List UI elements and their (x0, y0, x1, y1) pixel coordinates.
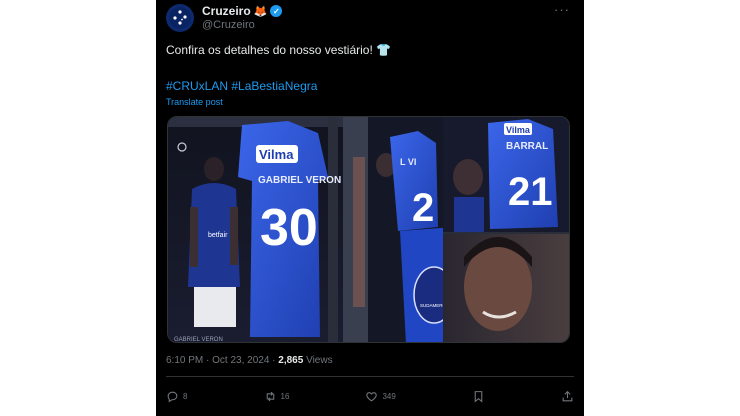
tweet-card: Cruzeiro 🦊 ✓ @Cruzeiro ··· Confira os de… (156, 0, 584, 416)
repost-count: 16 (280, 391, 290, 401)
share-icon (562, 390, 573, 401)
bookmark-icon (474, 390, 483, 403)
views-count: 2,865 (278, 355, 304, 366)
post-body: Confira os detalhes do nosso vestiário! (166, 43, 373, 57)
avatar[interactable] (166, 4, 194, 32)
verified-badge-icon: ✓ (270, 5, 283, 17)
heart-icon (366, 391, 378, 401)
translate-post-link[interactable]: Translate post (166, 97, 223, 107)
mid-jersey-number-label: 2 (412, 186, 434, 230)
action-bar: 8 16 349 (166, 386, 574, 406)
reply-icon (167, 391, 178, 402)
bookmark-button[interactable] (472, 390, 485, 403)
right-jersey-name-label: BARRAL (506, 141, 548, 152)
fox-emoji: 🦊 (253, 5, 268, 18)
author-name[interactable]: Cruzeiro (202, 4, 251, 18)
action-divider (166, 376, 574, 377)
repost-icon (266, 391, 274, 401)
author-row: Cruzeiro 🦊 ✓ (202, 4, 283, 18)
bench-tag-label: GABRIEL VERON (174, 337, 223, 343)
reply-count: 8 (183, 391, 188, 401)
post-timestamp[interactable]: 6:10 PM · Oct 23, 2024 · (166, 355, 278, 366)
sponsor-label: Vilma (259, 147, 294, 162)
jersey-name-label: GABRIEL VERON (258, 175, 341, 186)
author-handle[interactable]: @Cruzeiro (202, 19, 255, 31)
right-jersey-number-label: 21 (508, 170, 553, 214)
hashtag-link[interactable]: #CRUxLAN (166, 79, 228, 93)
like-count: 349 (382, 391, 396, 401)
hashtags: #CRUxLAN #LaBestiaNegra (166, 79, 317, 93)
like-button[interactable]: 349 (365, 390, 396, 403)
cruzeiro-crest-icon (169, 7, 191, 29)
reply-button[interactable]: 8 (166, 390, 187, 403)
chest-sponsor-label: betfair (208, 232, 228, 239)
mid-jersey-name-label: L VI (400, 157, 416, 167)
jersey-number-label: 30 (260, 199, 318, 257)
shirt-emoji: 👕 (376, 43, 392, 57)
post-image[interactable]: betfair Vilma GABRIEL VERON 30 GABRIEL V… (167, 116, 570, 343)
hashtag-link[interactable]: #LaBestiaNegra (231, 79, 317, 93)
share-button[interactable] (561, 390, 574, 403)
locker-room-photo: betfair Vilma GABRIEL VERON 30 GABRIEL V… (168, 117, 569, 343)
views-label: Views (303, 355, 333, 366)
post-text: Confira os detalhes do nosso vestiário! … (166, 43, 391, 57)
post-meta: 6:10 PM · Oct 23, 2024 · 2,865 Views (166, 355, 333, 366)
repost-button[interactable]: 16 (264, 390, 290, 403)
right-sponsor-label: Vilma (506, 125, 531, 135)
more-options-icon[interactable]: ··· (554, 2, 570, 17)
